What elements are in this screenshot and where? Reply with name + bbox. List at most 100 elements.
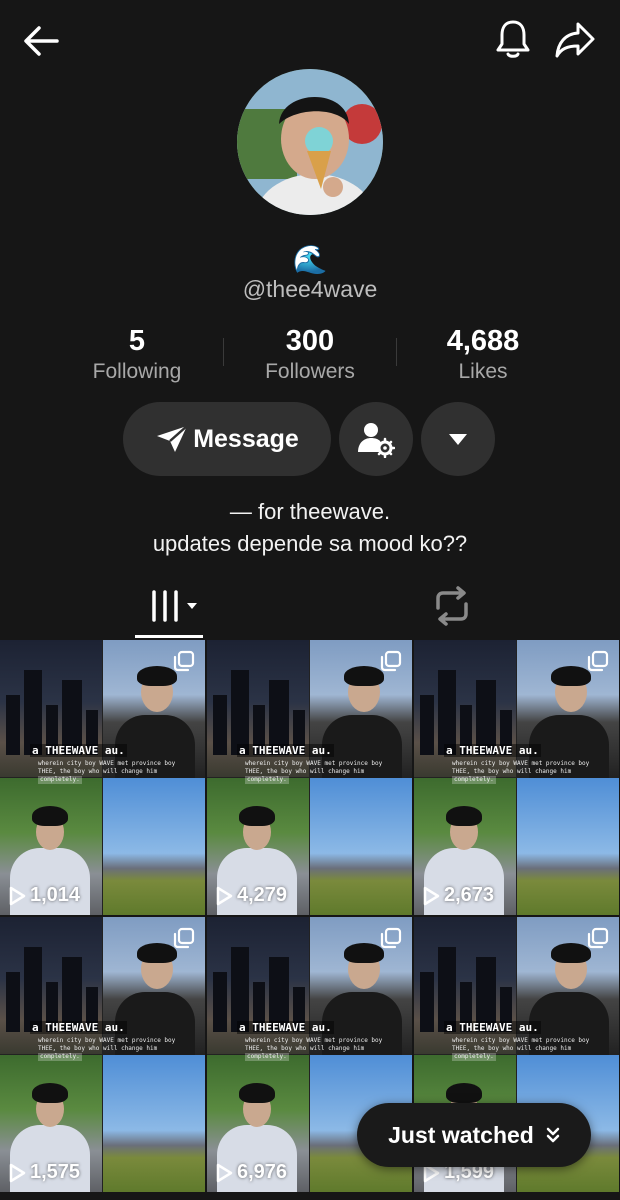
- video-tile[interactable]: a THEEWAVE au. wherein city boy WAVE met…: [0, 917, 205, 1192]
- bio-line: updates depende sa mood ko??: [152, 531, 468, 556]
- repost-icon: [436, 586, 468, 626]
- multi-image-icon: [380, 650, 402, 672]
- avatar-photo: [237, 69, 383, 215]
- following-label: Following: [92, 360, 182, 383]
- more-options-button[interactable]: [421, 402, 495, 476]
- video-caption-text: wherein city boy WAVE met province boy TH…: [452, 760, 617, 784]
- view-count: 1,575: [8, 1161, 80, 1184]
- view-count-value: 1,014: [30, 884, 81, 906]
- caption-line-3: completely.: [245, 776, 289, 784]
- caption-line-1: wherein city boy WAVE met province boy: [38, 760, 176, 767]
- bell-icon: [496, 20, 530, 58]
- video-caption-title: a THEEWAVE au.: [444, 1021, 541, 1034]
- stat-divider: [223, 338, 224, 366]
- caret-down-icon: [449, 434, 467, 445]
- message-label: Message: [193, 424, 299, 453]
- caption-line-2: THEE, the boy who will change him: [38, 768, 158, 775]
- share-icon: [555, 22, 595, 58]
- back-button[interactable]: [18, 20, 64, 62]
- caption-line-2: THEE, the boy who will change him: [452, 1045, 572, 1052]
- view-count-value: 1,575: [30, 1161, 81, 1183]
- multi-image-icon: [380, 927, 402, 949]
- just-watched-button[interactable]: Just watched: [357, 1103, 591, 1167]
- view-count: 4,279: [215, 884, 287, 907]
- view-count-value: 2,673: [444, 884, 495, 906]
- play-icon: [9, 1163, 26, 1182]
- caption-line-3: completely.: [245, 1053, 289, 1061]
- send-icon: [157, 425, 189, 452]
- message-button[interactable]: Message: [123, 402, 331, 476]
- grid-bars-icon: [149, 590, 197, 622]
- view-count-value: 6,976: [237, 1161, 288, 1183]
- caption-line-2: THEE, the boy who will change him: [245, 1045, 365, 1052]
- tab-videos[interactable]: [135, 586, 205, 626]
- multi-image-icon: [173, 927, 195, 949]
- multi-image-icon: [587, 650, 609, 672]
- stat-divider: [396, 338, 397, 366]
- video-tile[interactable]: a THEEWAVE au. wherein city boy WAVE met…: [207, 640, 412, 915]
- likes-stat[interactable]: 4,688 Likes: [403, 325, 563, 385]
- caption-line-1: wherein city boy WAVE met province boy: [452, 760, 590, 767]
- active-tab-indicator: [135, 635, 203, 638]
- video-caption-text: wherein city boy WAVE met province boy TH…: [38, 1037, 203, 1061]
- play-icon: [216, 1163, 233, 1182]
- followers-count: 300: [285, 325, 335, 357]
- view-count: 1,014: [8, 884, 80, 907]
- avatar[interactable]: [237, 69, 383, 215]
- video-caption-text: wherein city boy WAVE met province boy TH…: [245, 1037, 410, 1061]
- thumbnail-landscape: [517, 778, 619, 915]
- view-count: 6,976: [215, 1161, 287, 1184]
- share-button[interactable]: [550, 18, 600, 62]
- video-tile[interactable]: a THEEWAVE au. wherein city boy WAVE met…: [414, 640, 619, 915]
- followers-stat[interactable]: 300 Followers: [230, 325, 390, 385]
- caption-line-2: THEE, the boy who will change him: [452, 768, 572, 775]
- back-arrow-icon: [24, 26, 59, 56]
- caption-line-2: THEE, the boy who will change him: [245, 768, 365, 775]
- video-tile[interactable]: a THEEWAVE au. wherein city boy WAVE met…: [0, 640, 205, 915]
- video-caption-title: a THEEWAVE au.: [444, 744, 541, 757]
- play-icon: [423, 886, 440, 905]
- username-handle: @thee4wave: [242, 276, 378, 302]
- follow-settings-button[interactable]: [339, 402, 413, 476]
- caption-line-1: wherein city boy WAVE met province boy: [452, 1037, 590, 1044]
- bio: — for theewave. updates depende sa mood …: [0, 496, 620, 560]
- play-icon: [216, 886, 233, 905]
- multi-image-icon: [173, 650, 195, 672]
- video-caption-text: wherein city boy WAVE met province boy TH…: [38, 760, 203, 784]
- caption-line-2: THEE, the boy who will change him: [38, 1045, 158, 1052]
- caption-line-1: wherein city boy WAVE met province boy: [38, 1037, 176, 1044]
- caption-line-1: wherein city boy WAVE met province boy: [245, 1037, 383, 1044]
- caption-line-3: completely.: [452, 1053, 496, 1061]
- followers-label: Followers: [265, 360, 355, 383]
- thumbnail-landscape: [103, 778, 205, 915]
- likes-label: Likes: [458, 360, 508, 383]
- thumbnail-landscape: [310, 778, 412, 915]
- caption-line-3: completely.: [38, 1053, 82, 1061]
- caption-line-1: wherein city boy WAVE met province boy: [245, 760, 383, 767]
- video-caption-title: a THEEWAVE au.: [30, 1021, 127, 1034]
- video-caption-text: wherein city boy WAVE met province boy TH…: [245, 760, 410, 784]
- profile-emoji: 🌊: [292, 244, 328, 275]
- following-stat[interactable]: 5 Following: [57, 325, 217, 385]
- video-caption-title: a THEEWAVE au.: [237, 1021, 334, 1034]
- double-chevron-down-icon: [546, 1127, 560, 1143]
- likes-count: 4,688: [446, 325, 520, 357]
- play-icon: [9, 886, 26, 905]
- video-caption-title: a THEEWAVE au.: [237, 744, 334, 757]
- following-count: 5: [128, 325, 146, 357]
- person-gear-icon: [358, 423, 395, 458]
- stats-row: 5 Following 300 Followers 4,688 Likes: [0, 325, 620, 385]
- tab-reposts[interactable]: [430, 586, 474, 626]
- bio-line: — for theewave.: [229, 499, 391, 524]
- view-count: 2,673: [422, 884, 494, 907]
- view-count-value: 4,279: [237, 884, 288, 906]
- thumbnail-landscape: [103, 1055, 205, 1192]
- just-watched-label: Just watched: [388, 1121, 534, 1148]
- multi-image-icon: [587, 927, 609, 949]
- caption-line-3: completely.: [452, 776, 496, 784]
- caption-line-3: completely.: [38, 776, 82, 784]
- video-caption-text: wherein city boy WAVE met province boy TH…: [452, 1037, 617, 1061]
- content-tabs: [0, 572, 620, 640]
- notifications-button[interactable]: [490, 16, 536, 62]
- video-caption-title: a THEEWAVE au.: [30, 744, 127, 757]
